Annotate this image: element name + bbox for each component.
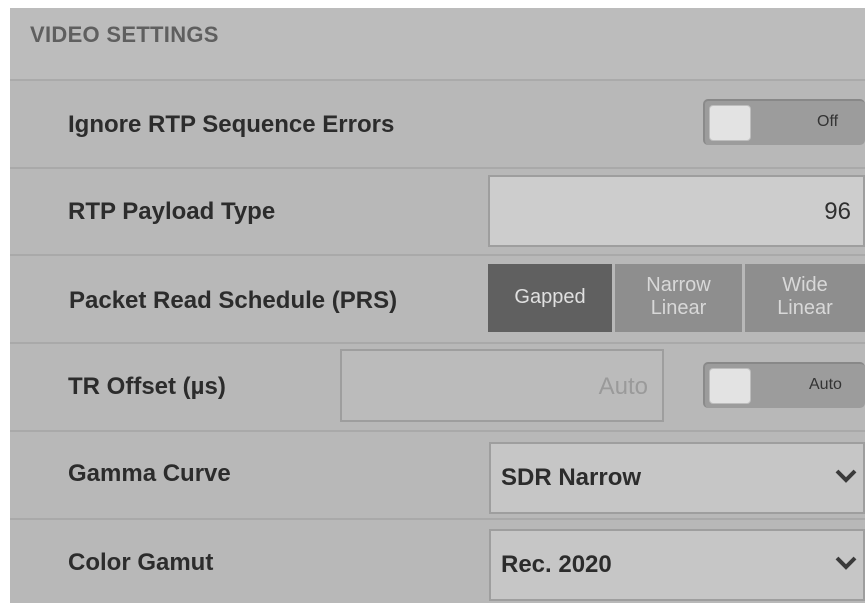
panel-header: VIDEO SETTINGS bbox=[10, 8, 865, 81]
prs-option-line2: Linear bbox=[777, 297, 833, 319]
setting-row-gamma: Gamma Curve SDR Narrow bbox=[10, 432, 865, 520]
setting-row-payload-type: RTP Payload Type 96 bbox=[10, 169, 865, 256]
setting-row-tr-offset: TR Offset (µs) Auto Auto bbox=[10, 344, 865, 432]
prs-option-line1: Narrow bbox=[646, 274, 711, 296]
gamma-dropdown-value: SDR Narrow bbox=[501, 464, 642, 491]
tr-offset-input[interactable]: Auto bbox=[340, 349, 664, 422]
chevron-down-icon bbox=[835, 469, 857, 483]
setting-row-prs: Packet Read Schedule (PRS) Gapped Narrow… bbox=[10, 256, 865, 344]
toggle-knob bbox=[709, 105, 751, 141]
toggle-state-text: Auto bbox=[809, 376, 842, 393]
ignore-rtp-toggle[interactable]: Off bbox=[703, 99, 865, 145]
gamut-dropdown[interactable]: Rec. 2020 bbox=[489, 529, 865, 601]
prs-label: Packet Read Schedule (PRS) bbox=[69, 287, 398, 314]
chevron-down-icon bbox=[835, 556, 857, 570]
payload-type-label: RTP Payload Type bbox=[68, 198, 276, 225]
setting-row-gamut: Color Gamut Rec. 2020 bbox=[10, 520, 865, 603]
tr-offset-auto-toggle[interactable]: Auto bbox=[703, 362, 865, 408]
prs-option-narrow-linear[interactable]: Narrow Linear bbox=[615, 264, 742, 332]
panel-title: VIDEO SETTINGS bbox=[30, 22, 219, 47]
gamma-dropdown[interactable]: SDR Narrow bbox=[489, 442, 865, 514]
payload-type-input[interactable]: 96 bbox=[488, 175, 865, 247]
prs-option-gapped[interactable]: Gapped bbox=[488, 264, 612, 332]
ignore-rtp-label: Ignore RTP Sequence Errors bbox=[68, 111, 395, 138]
gamut-dropdown-value: Rec. 2020 bbox=[501, 551, 612, 578]
gamma-label: Gamma Curve bbox=[68, 460, 231, 487]
setting-row-ignore-rtp: Ignore RTP Sequence Errors Off bbox=[10, 81, 865, 169]
prs-option-gapped-label: Gapped bbox=[514, 286, 586, 308]
tr-offset-label: TR Offset (µs) bbox=[68, 373, 226, 400]
prs-option-wide-linear[interactable]: Wide Linear bbox=[745, 264, 865, 332]
toggle-state-text: Off bbox=[817, 113, 839, 130]
toggle-knob bbox=[709, 368, 751, 404]
video-settings-panel: VIDEO SETTINGS Ignore RTP Sequence Error… bbox=[10, 8, 865, 603]
prs-option-line2: Linear bbox=[650, 297, 707, 319]
gamut-label: Color Gamut bbox=[68, 549, 214, 576]
prs-option-line1: Wide bbox=[782, 274, 828, 296]
